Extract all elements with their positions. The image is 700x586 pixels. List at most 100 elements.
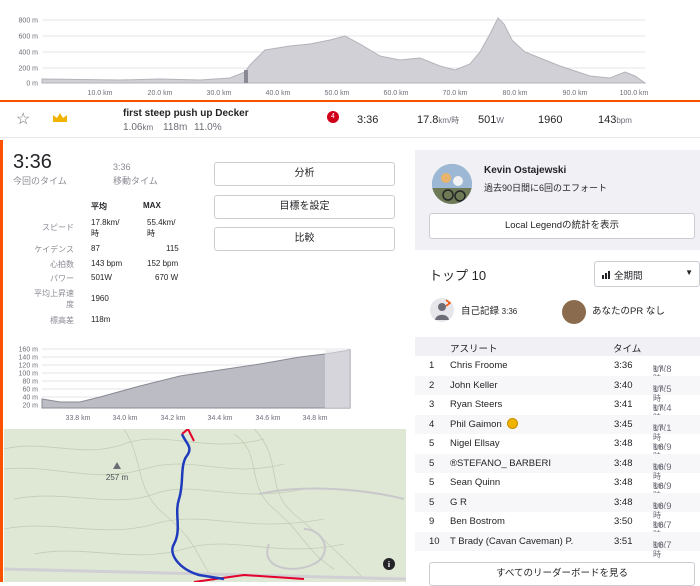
- stat-label-vam: 平均上昇速度: [34, 289, 74, 309]
- compare-button[interactable]: 比較: [214, 227, 395, 251]
- row-rank: 9: [429, 516, 435, 527]
- leaderboard-row[interactable]: 5Sean Quinn3:4816.9km/時: [415, 473, 700, 500]
- segment-name[interactable]: first steep push up Decker: [123, 108, 249, 119]
- row-athlete-name[interactable]: ®STEFANO_ BARBERI: [450, 458, 551, 469]
- period-filter[interactable]: 全期間 ▼: [594, 261, 700, 287]
- elev-y-tick: 400 m: [19, 50, 39, 57]
- profile-y-tick: 100 m: [19, 371, 39, 378]
- row-athlete-name[interactable]: T Brady (Cavan Caveman) P.: [450, 536, 573, 547]
- profile-x-tick: 34.6 km: [256, 415, 281, 422]
- segment-distance: 1.06km: [123, 122, 154, 133]
- stat-max-heart-rate: 152 bpm: [147, 259, 179, 268]
- row-time: 3:50: [614, 516, 633, 527]
- row-time: 3:36: [614, 360, 633, 371]
- pr-rank-badge: 4: [327, 111, 339, 123]
- kom-badge-icon: [507, 417, 518, 429]
- row-time: 3:51: [614, 535, 633, 547]
- analyze-button[interactable]: 分析: [214, 162, 395, 186]
- row-time: 3:41: [614, 399, 633, 410]
- elevation-chart[interactable]: 800 m 600 m 400 m 200 m 0 m 10.0 km 20.0 km 30…: [0, 0, 700, 100]
- leaderboard-row[interactable]: 5Nigel Ellsay3:4816.9km/時: [415, 434, 700, 461]
- row-athlete-name[interactable]: Nigel Ellsay: [450, 438, 500, 449]
- elev-x-tick: 80.0 km: [503, 90, 528, 97]
- elapsed-label: 今回のタイム: [13, 176, 67, 186]
- row-rank: 2: [429, 379, 435, 391]
- local-legend-panel: Kevin Ostajewski 過去90日間に6回のエフォート Local L…: [415, 150, 700, 250]
- stat-avg-speed: 17.8km/ 時: [91, 218, 120, 238]
- row-athlete-name[interactable]: Phil Gaimon: [450, 419, 502, 430]
- stat-avg-power: 501W: [91, 273, 112, 282]
- stat-avg-vam: 1960: [91, 294, 109, 303]
- profile-x-tick: 34.8 km: [303, 415, 328, 422]
- elapsed-time: 3:36: [13, 151, 52, 173]
- elev-x-tick: 70.0 km: [443, 90, 468, 97]
- crown-icon: [52, 112, 68, 126]
- row-time: 3:48: [614, 438, 633, 449]
- row-athlete-name[interactable]: Sean Quinn: [450, 477, 500, 488]
- leaderboard-header: アスリート タイム: [415, 337, 700, 356]
- col-time: タイム: [613, 344, 642, 355]
- leaderboard-row[interactable]: 5 ®STEFANO_ BARBERI 3:48 16.9 km/時: [415, 453, 700, 481]
- set-goal-button[interactable]: 目標を設定: [214, 195, 395, 219]
- local-legend-stats-button[interactable]: Local Legendの統計を表示: [429, 213, 695, 239]
- profile-y-tick: 140 m: [19, 355, 39, 362]
- stat-label-speed: スピード: [42, 223, 74, 232]
- profile-x-tick: 34.0 km: [113, 415, 138, 422]
- view-all-leaderboards-button[interactable]: すべてのリーダーボードを見る: [429, 562, 695, 586]
- row-rank: 4: [429, 418, 435, 430]
- elev-x-tick: 10.0 km: [88, 90, 113, 97]
- stat-label-elev-diff: 標高差: [50, 316, 74, 325]
- row-rank: 1: [429, 360, 435, 371]
- elev-x-tick: 60.0 km: [384, 90, 409, 97]
- elev-y-tick: 0 m: [26, 81, 38, 88]
- leaderboard-row[interactable]: 5G R 3:48 16.9 km/時: [415, 492, 700, 520]
- leaderboard-row[interactable]: 2 John Keller 3:40 17.5 km/時: [415, 375, 700, 403]
- leaderboard-row[interactable]: 9Ben Bostrom3:5016.7km/時: [415, 512, 700, 539]
- leaderboard-row[interactable]: 10 T Brady (Cavan Caveman) P. 3:51 16.7 km/時: [415, 531, 700, 559]
- stat-avg-elev-diff: 118m: [91, 315, 111, 324]
- leaderboard-row[interactable]: 4 Phil Gaimon 3:45 17.1 km/時: [415, 414, 700, 442]
- bar-chart-icon: [602, 271, 612, 282]
- row-athlete-name[interactable]: Chris Froome: [450, 360, 508, 371]
- segment-highlight: [244, 70, 248, 83]
- profile-y-tick: 80 m: [22, 379, 38, 386]
- leaderboard-row[interactable]: 3Ryan Steers3:4117.4km/時: [415, 395, 700, 422]
- avatar[interactable]: [432, 164, 472, 204]
- profile-x-tick: 33.8 km: [66, 415, 91, 422]
- row-time: 3:48: [614, 496, 633, 508]
- stat-avg-heart-rate: 143 bpm: [91, 259, 123, 268]
- elev-x-tick: 90.0 km: [563, 90, 588, 97]
- star-icon[interactable]: ☆: [16, 109, 30, 129]
- stat-label-cadence: ケイデンス: [34, 245, 74, 254]
- stat-label-heart-rate: 心拍数: [50, 260, 74, 269]
- row-athlete-name[interactable]: G R: [450, 497, 467, 508]
- stat-label-power: パワー: [50, 274, 74, 283]
- elev-x-tick: 20.0 km: [148, 90, 173, 97]
- leaderboard-row[interactable]: 1Chris Froome3:3617.8km/時: [415, 356, 700, 383]
- row-athlete-name[interactable]: John Keller: [450, 380, 498, 391]
- elev-x-tick: 40.0 km: [266, 90, 291, 97]
- profile-after-segment: [325, 350, 350, 408]
- profile-y-tick: 160 m: [19, 347, 39, 354]
- stat-max-power: 670 W: [155, 273, 179, 282]
- segment-map[interactable]: 257 m i: [4, 429, 406, 582]
- segment-elev: 118m: [163, 122, 188, 133]
- legend-name[interactable]: Kevin Ostajewski: [484, 165, 566, 176]
- elev-y-tick: 600 m: [19, 34, 39, 41]
- stat-max-cadence: 115: [166, 244, 179, 253]
- row-rank: 5: [429, 477, 435, 488]
- leaderboard-title: トップ 10: [429, 268, 487, 283]
- row-time: 3:48: [614, 477, 633, 488]
- profile-area: [41, 349, 351, 409]
- elev-x-tick: 100.0 km: [620, 90, 649, 97]
- segment-power: 501W: [478, 114, 504, 126]
- elevation-area: [41, 17, 647, 84]
- segment-row[interactable]: ☆ first steep push up Decker 1.06km 118m…: [0, 100, 700, 138]
- profile-x-tick: 34.4 km: [208, 415, 233, 422]
- segment-profile-chart[interactable]: 160 m140 m120 m100 m80 m60 m40 m20 m 33.…: [0, 342, 352, 424]
- your-pr-icon: [562, 300, 586, 324]
- row-athlete-name[interactable]: Ben Bostrom: [450, 516, 505, 527]
- row-athlete-name[interactable]: Ryan Steers: [450, 399, 502, 410]
- segment-heart-rate: 143bpm: [598, 114, 632, 126]
- profile-x-tick: 34.2 km: [161, 415, 186, 422]
